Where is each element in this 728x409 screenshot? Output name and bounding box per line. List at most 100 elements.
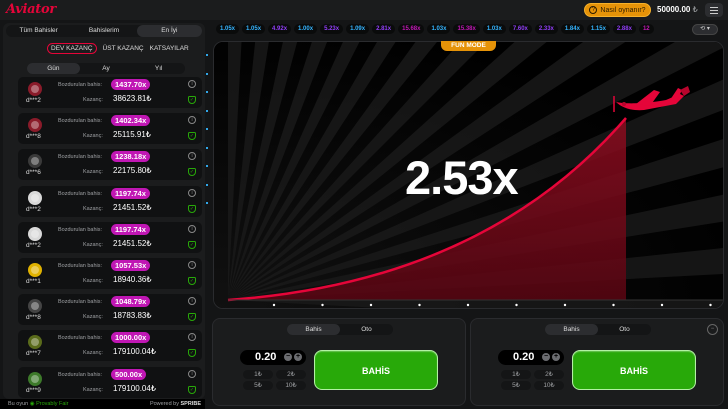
history-multiplier[interactable]: 1.15x: [586, 24, 610, 34]
multiplier-badge: 1057.53x: [111, 259, 151, 271]
place-bet-button[interactable]: BAHİS: [572, 350, 696, 390]
aviator-logo: Aviator: [6, 2, 56, 17]
tab-my-bets[interactable]: Bahislerim: [71, 25, 136, 37]
period-year[interactable]: Yıl: [132, 63, 185, 74]
info-icon[interactable]: i: [188, 188, 196, 197]
minus-icon[interactable]: −: [542, 353, 550, 361]
history-multiplier[interactable]: 1.09x: [346, 24, 370, 34]
provably-prefix: Bu oyun: [8, 401, 29, 407]
history-multiplier[interactable]: 5.23x: [320, 24, 344, 34]
info-icon[interactable]: i: [188, 116, 196, 125]
provably-fair-link[interactable]: Bu oyun ◉ Provably Fair: [8, 401, 68, 407]
multiplier-history: 1.05x 1.05x 4.92x 1.00x 5.23x 1.09x 2.81x 15.68…: [216, 24, 680, 36]
dot: [206, 202, 208, 204]
menu-button[interactable]: [705, 3, 723, 17]
quick-amount-5[interactable]: 5₺: [243, 381, 273, 390]
period-day[interactable]: Gün: [27, 63, 80, 74]
history-multiplier[interactable]: 2.88x: [612, 24, 636, 34]
top-bar: Aviator ? Nasıl oynanır? 50000.00 ₺: [0, 0, 728, 20]
win-label: Kazanç:: [83, 386, 103, 393]
balance-amount: 50000.00: [657, 5, 691, 14]
info-icon[interactable]: i: [188, 297, 196, 306]
win-label: Kazanç:: [83, 277, 103, 284]
history-multiplier[interactable]: 7.60x: [508, 24, 532, 34]
subtab-multipliers[interactable]: KATSAYILAR: [150, 45, 189, 54]
history-multiplier[interactable]: 15.38x: [453, 24, 480, 34]
remove-panel-icon[interactable]: −: [707, 324, 718, 335]
history-multiplier[interactable]: 4.92x: [268, 24, 292, 34]
shield-check-icon[interactable]: ✓: [188, 240, 196, 249]
hamburger-icon-line: [710, 12, 718, 14]
shield-check-icon[interactable]: ✓: [188, 385, 196, 394]
info-icon[interactable]: i: [188, 333, 196, 342]
shield-check-icon[interactable]: ✓: [188, 349, 196, 358]
shield-check-icon[interactable]: ✓: [188, 168, 196, 177]
shield-check-icon[interactable]: ✓: [188, 313, 196, 322]
hamburger-icon: [710, 6, 718, 8]
history-multiplier[interactable]: 1.05x: [242, 24, 266, 34]
multiplier-badge: 1238.18x: [111, 151, 151, 163]
axis-dot: [709, 303, 712, 307]
info-icon[interactable]: i: [188, 80, 196, 88]
bet-amount-input[interactable]: 0.20: [513, 351, 534, 363]
history-multiplier[interactable]: 2.33x: [534, 24, 558, 34]
info-icon[interactable]: i: [188, 260, 196, 269]
quick-amount-5[interactable]: 5₺: [501, 381, 531, 390]
info-icon[interactable]: i: [188, 152, 196, 161]
subtab-huge-wins[interactable]: DEV KAZANÇ: [47, 43, 97, 54]
quick-amount-10[interactable]: 10₺: [534, 381, 564, 390]
tab-auto[interactable]: Oto: [340, 324, 393, 335]
current-multiplier: 2.53x: [405, 151, 519, 204]
shield-check-icon: ◉: [29, 401, 35, 407]
shield-check-icon[interactable]: ✓: [188, 276, 196, 285]
history-multiplier[interactable]: 1.03x: [482, 24, 506, 34]
shield-check-icon[interactable]: ✓: [188, 132, 196, 141]
win-label: Kazanç:: [83, 97, 103, 103]
dot: [206, 109, 208, 112]
bet-amount-stepper: 0.20 − +: [498, 350, 564, 365]
scroll-indicator: [206, 54, 210, 214]
dot: [206, 183, 208, 186]
tab-bet[interactable]: Bahis: [545, 324, 598, 335]
how-to-play-button[interactable]: ? Nasıl oynanır?: [584, 3, 651, 17]
quick-amount-10[interactable]: 10₺: [276, 381, 306, 390]
info-icon[interactable]: i: [188, 369, 196, 378]
plus-icon[interactable]: +: [552, 353, 560, 361]
fun-mode-badge: FUN MODE: [441, 41, 496, 51]
quick-amount-1[interactable]: 1₺: [243, 370, 273, 379]
quick-amount-2[interactable]: 2₺: [276, 370, 306, 379]
tab-auto[interactable]: Oto: [598, 324, 651, 335]
history-multiplier[interactable]: 12: [638, 24, 654, 34]
quick-amount-1[interactable]: 1₺: [501, 370, 531, 379]
win-amount: 21451.52₺: [113, 202, 152, 212]
win-label: Kazanç:: [83, 241, 103, 248]
history-multiplier[interactable]: 1.84x: [560, 24, 584, 34]
bet-label: Bozdurulan bahis:: [58, 190, 103, 197]
subtab-biggest-wins[interactable]: ÜST KAZANÇ: [103, 45, 144, 54]
username: d***8: [26, 314, 41, 322]
shield-check-icon[interactable]: ✓: [188, 96, 196, 104]
shield-check-icon[interactable]: ✓: [188, 204, 196, 213]
history-multiplier[interactable]: 1.05x: [216, 24, 240, 34]
history-toggle[interactable]: ⟲ ▾: [692, 24, 718, 35]
axis-dot: [418, 303, 421, 307]
history-multiplier[interactable]: 1.03x: [427, 24, 451, 34]
history-multiplier[interactable]: 2.81x: [372, 24, 396, 34]
bet-panel-2: Bahis Oto 0.20 − + 1₺ 2₺ 5₺ 10₺ BAHİS −: [470, 318, 724, 406]
period-month[interactable]: Ay: [80, 63, 133, 74]
tab-top[interactable]: En İyi: [136, 25, 202, 37]
tab-bet[interactable]: Bahis: [287, 324, 340, 335]
info-icon[interactable]: i: [188, 224, 196, 233]
dot: [206, 72, 208, 75]
minus-icon[interactable]: −: [284, 353, 292, 361]
avatar: [28, 262, 42, 277]
bet-amount-input[interactable]: 0.20: [255, 351, 276, 363]
avatar: [28, 118, 42, 133]
place-bet-button[interactable]: BAHİS: [314, 350, 438, 390]
quick-amount-2[interactable]: 2₺: [534, 370, 564, 379]
history-multiplier[interactable]: 15.68x: [398, 24, 425, 34]
plus-icon[interactable]: +: [294, 353, 302, 361]
list-item: d***7 Bozdurulan bahis: 1000.00x Kazanç: 179…: [18, 330, 202, 362]
tab-all-bets[interactable]: Tüm Bahisler: [6, 25, 71, 37]
history-multiplier[interactable]: 1.00x: [294, 24, 318, 34]
